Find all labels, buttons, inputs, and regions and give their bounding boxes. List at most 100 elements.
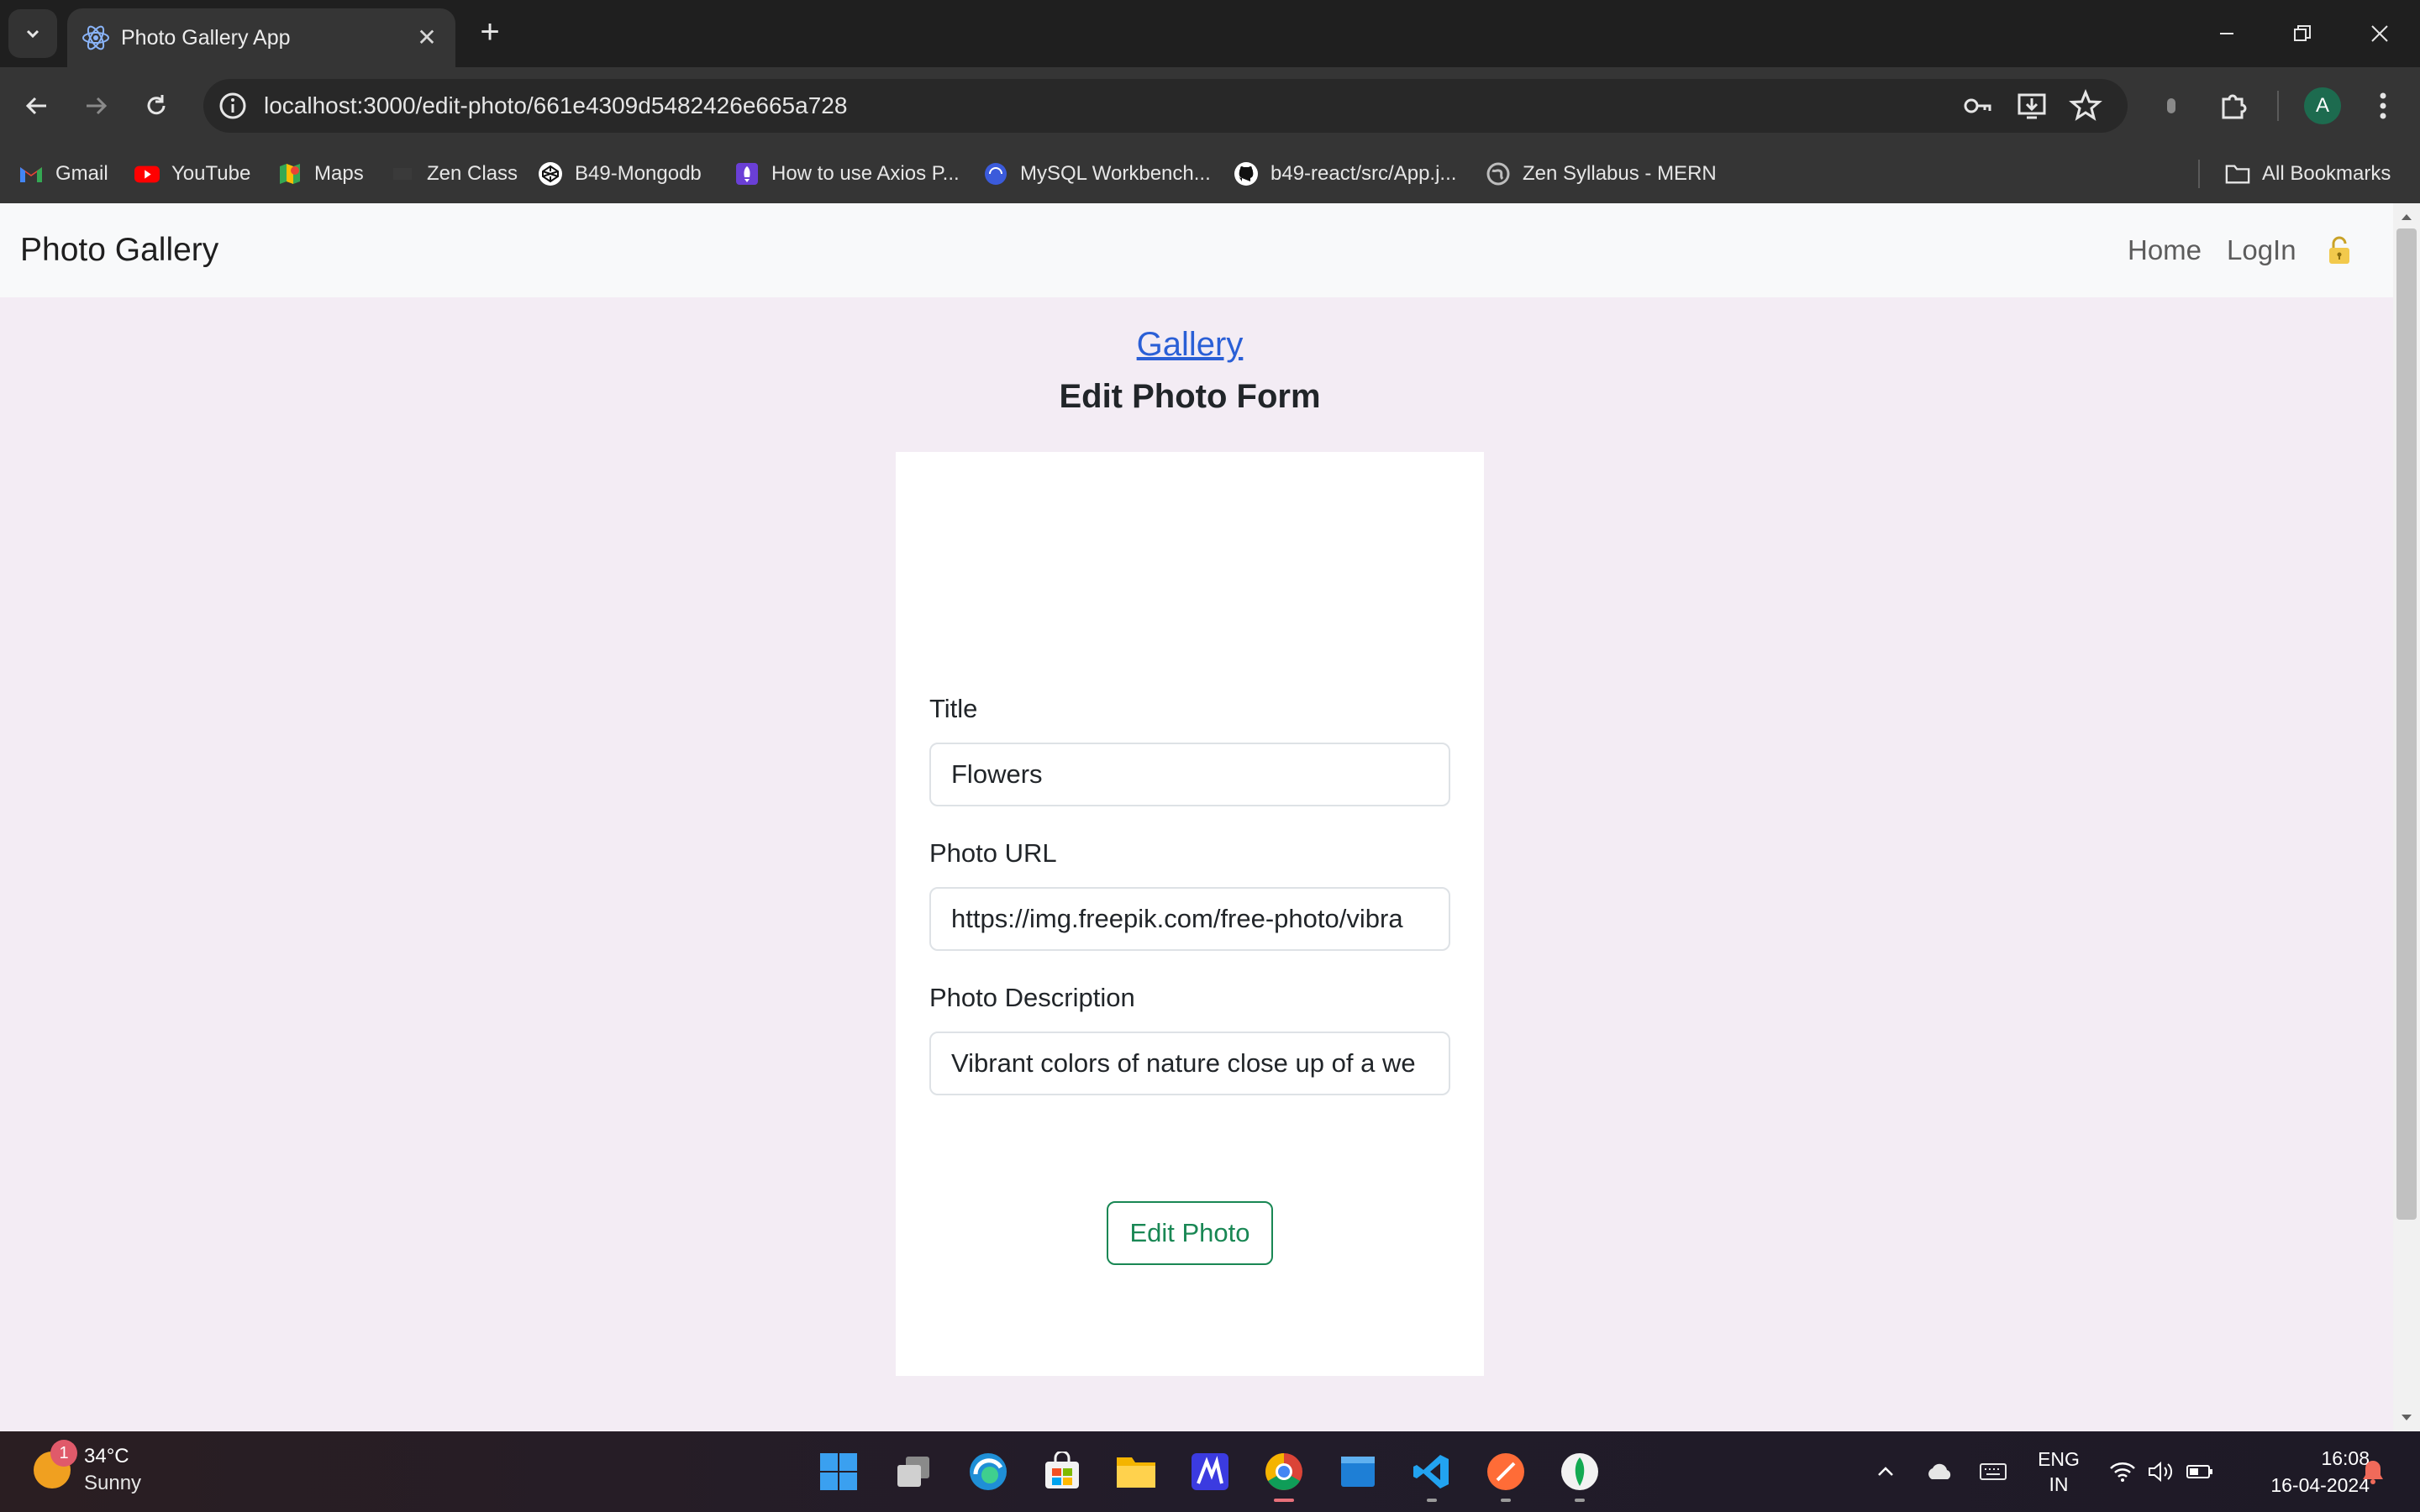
address-bar[interactable]: localhost:3000/edit-photo/661e4309d54824… bbox=[203, 79, 2128, 133]
show-hidden-icons-button[interactable] bbox=[1870, 1457, 1901, 1487]
title-label: Title bbox=[929, 694, 978, 723]
gmail-icon bbox=[18, 161, 44, 186]
terminal-app[interactable] bbox=[1333, 1446, 1383, 1497]
site-info-icon[interactable] bbox=[217, 90, 249, 122]
windows-icon bbox=[820, 1453, 857, 1490]
scroll-up-icon[interactable] bbox=[2400, 210, 2413, 223]
photo-description-input[interactable] bbox=[929, 1032, 1450, 1095]
site-brand[interactable]: Photo Gallery bbox=[20, 203, 218, 297]
all-bookmarks-button[interactable]: All Bookmarks bbox=[2225, 156, 2391, 192]
language-indicator[interactable]: ENG IN bbox=[2035, 1446, 2082, 1497]
active-tab[interactable]: Photo Gallery App ✕ bbox=[67, 8, 455, 67]
notification-badge: 1 bbox=[50, 1440, 77, 1467]
running-indicator bbox=[1501, 1499, 1511, 1502]
bookmark-mysql[interactable]: MySQL Workbench... bbox=[983, 156, 1211, 192]
edge-icon bbox=[970, 1453, 1007, 1490]
extensions-puzzle-icon[interactable] bbox=[2215, 87, 2252, 124]
password-key-icon[interactable] bbox=[1961, 89, 1995, 123]
wifi-icon[interactable] bbox=[2107, 1457, 2138, 1487]
close-window-button[interactable] bbox=[2346, 8, 2413, 59]
tab-strip: Photo Gallery App ✕ + bbox=[0, 0, 2420, 67]
site-navbar: Photo Gallery Home LogIn bbox=[0, 203, 2393, 297]
vscode-app[interactable] bbox=[1407, 1446, 1457, 1502]
task-view-button[interactable] bbox=[889, 1446, 939, 1497]
all-bookmarks-label: All Bookmarks bbox=[2262, 162, 2391, 185]
reload-icon bbox=[147, 95, 166, 115]
photo-url-input[interactable] bbox=[929, 887, 1450, 951]
profile-avatar[interactable]: A bbox=[2304, 87, 2341, 124]
bookmark-label: YouTube bbox=[171, 162, 251, 185]
postman-app[interactable] bbox=[1481, 1446, 1531, 1502]
scroll-thumb[interactable] bbox=[2396, 228, 2417, 1220]
volume-icon[interactable] bbox=[2146, 1457, 2176, 1487]
bookmark-b49-mongodb[interactable]: B49-Mongodb bbox=[538, 156, 702, 192]
edit-photo-form: Title Photo URL Photo Description Edit P… bbox=[896, 452, 1484, 1376]
bookmark-gmail[interactable]: Gmail bbox=[18, 156, 108, 192]
scroll-down-icon[interactable] bbox=[2400, 1411, 2413, 1425]
code-app[interactable] bbox=[1185, 1446, 1235, 1497]
system-clock[interactable]: 16:08 16-04-2024 bbox=[2227, 1445, 2370, 1499]
bookmark-maps[interactable]: Maps bbox=[277, 156, 364, 192]
chrome-icon bbox=[1265, 1453, 1302, 1490]
chrome-app[interactable] bbox=[1259, 1446, 1309, 1502]
bookmark-zen-syllabus[interactable]: Zen Syllabus - MERN bbox=[1486, 156, 1717, 192]
bookmark-axios[interactable]: How to use Axios P... bbox=[734, 156, 960, 192]
lock-icon[interactable] bbox=[2323, 234, 2356, 267]
close-icon bbox=[2371, 25, 2388, 42]
chevron-up-icon bbox=[1878, 1467, 1893, 1476]
rocket-icon bbox=[734, 161, 760, 186]
toolbar-divider bbox=[2277, 91, 2279, 121]
notification-bell-icon[interactable] bbox=[2358, 1457, 2388, 1487]
gallery-link[interactable]: Gallery bbox=[0, 326, 2380, 364]
bookmark-label: Gmail bbox=[55, 162, 108, 185]
nav-link-login[interactable]: LogIn bbox=[2227, 203, 2296, 297]
bookmark-github[interactable]: b49-react/src/App.j... bbox=[1234, 156, 1456, 192]
bookmark-youtube[interactable]: YouTube bbox=[134, 156, 250, 192]
close-tab-icon[interactable]: ✕ bbox=[410, 21, 444, 55]
start-button[interactable] bbox=[813, 1446, 864, 1497]
vscode-icon bbox=[1413, 1455, 1449, 1488]
minimize-button[interactable] bbox=[2193, 8, 2260, 59]
folder-icon bbox=[2225, 161, 2250, 186]
more-menu-icon[interactable] bbox=[2365, 87, 2402, 124]
extension-lamp-icon[interactable] bbox=[2153, 87, 2190, 124]
weather-temperature: 34°C bbox=[84, 1445, 129, 1467]
bookmark-label: Maps bbox=[314, 162, 364, 185]
edge-app[interactable] bbox=[963, 1446, 1013, 1497]
page-scrollbar[interactable] bbox=[2393, 203, 2420, 1431]
back-button[interactable] bbox=[15, 84, 59, 128]
folder-icon bbox=[1117, 1457, 1155, 1488]
running-indicator bbox=[1274, 1499, 1294, 1502]
weather-condition: Sunny bbox=[84, 1472, 142, 1494]
restore-button[interactable] bbox=[2269, 8, 2336, 59]
store-app[interactable] bbox=[1037, 1446, 1087, 1497]
onedrive-icon[interactable] bbox=[1924, 1457, 1954, 1487]
task-view-icon bbox=[897, 1457, 929, 1487]
mongodb-compass-app[interactable] bbox=[1555, 1446, 1605, 1502]
file-explorer-app[interactable] bbox=[1111, 1446, 1161, 1497]
tab-search-button[interactable] bbox=[8, 9, 57, 58]
reload-button[interactable] bbox=[134, 84, 178, 128]
bookmark-zen-class[interactable]: Zen Class bbox=[390, 156, 518, 192]
restore-icon bbox=[2294, 25, 2311, 41]
url-text[interactable]: localhost:3000/edit-photo/661e4309d54824… bbox=[264, 79, 847, 133]
forward-button[interactable] bbox=[74, 84, 118, 128]
bookmark-star-icon[interactable] bbox=[2069, 89, 2102, 123]
new-tab-button[interactable]: + bbox=[471, 13, 509, 52]
install-app-icon[interactable] bbox=[2015, 89, 2049, 123]
nav-link-home[interactable]: Home bbox=[2128, 203, 2202, 297]
minimize-icon bbox=[2220, 33, 2233, 34]
bookmarks-divider bbox=[2198, 160, 2200, 188]
title-input[interactable] bbox=[929, 743, 1450, 806]
running-indicator bbox=[1427, 1499, 1437, 1502]
photo-description-label: Photo Description bbox=[929, 983, 1135, 1012]
edit-photo-button[interactable]: Edit Photo bbox=[1107, 1201, 1273, 1265]
arrow-right-icon bbox=[87, 97, 108, 115]
keyboard-icon[interactable] bbox=[1978, 1457, 2008, 1487]
windows-taskbar: 1 34°C Sunny ENG IN 16:08 16-04-2024 bbox=[0, 1431, 2420, 1512]
terminal-icon bbox=[1341, 1457, 1375, 1487]
code-app-icon bbox=[1192, 1453, 1228, 1490]
battery-icon[interactable] bbox=[2185, 1457, 2215, 1487]
bookmarks-bar: Gmail YouTube Maps Zen Class B49-Mongodb… bbox=[0, 144, 2420, 203]
clock-time: 16:08 bbox=[2321, 1447, 2370, 1469]
